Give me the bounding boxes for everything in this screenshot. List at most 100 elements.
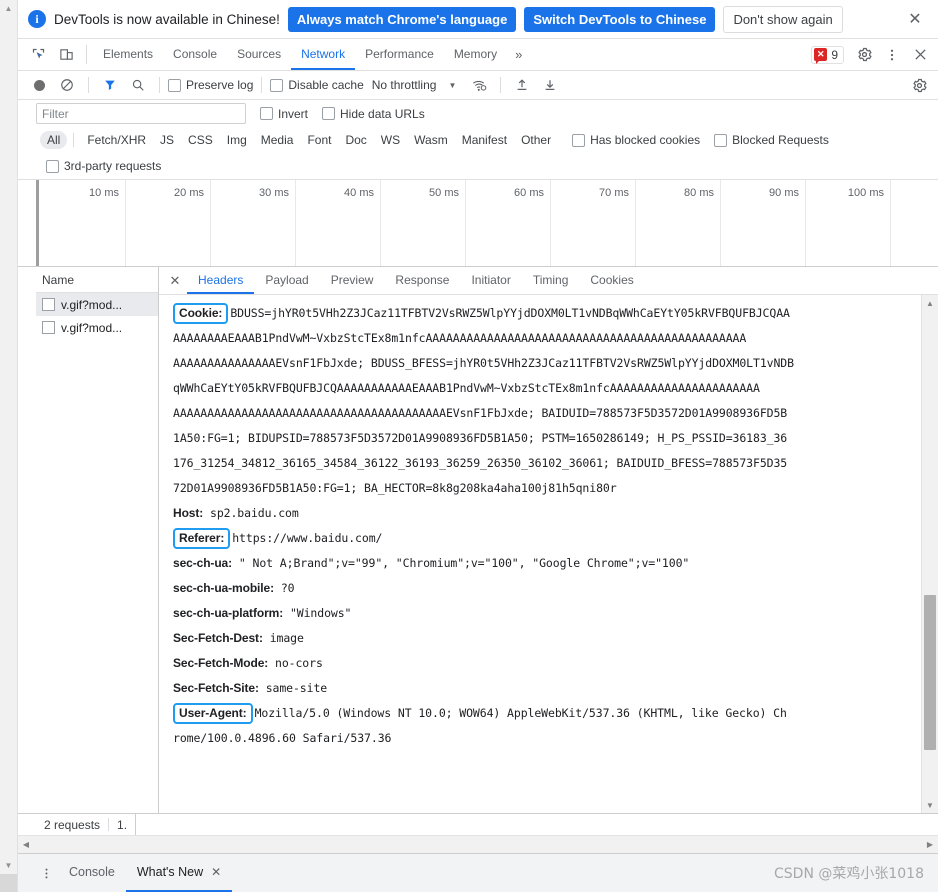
search-icon[interactable]: [125, 72, 151, 98]
filter-funnel-icon[interactable]: [97, 72, 123, 98]
close-tab-icon[interactable]: ✕: [211, 865, 221, 879]
switch-to-chinese-button[interactable]: Switch DevTools to Chinese: [524, 6, 716, 32]
detail-tab-payload[interactable]: Payload: [254, 267, 319, 294]
request-rows: v.gif?mod... v.gif?mod...: [36, 293, 158, 813]
record-button[interactable]: [26, 72, 52, 98]
network-settings-icon[interactable]: [906, 72, 932, 98]
page-scroll-up-arrow[interactable]: ▲: [0, 0, 17, 17]
scrollbar-corner: [0, 874, 17, 892]
type-filter-all[interactable]: All: [40, 131, 68, 149]
preserve-log-label: Preserve log: [186, 78, 254, 92]
has-blocked-cookies-checkbox[interactable]: Has blocked cookies: [572, 133, 700, 147]
error-count-badge[interactable]: ✕ 9: [811, 45, 844, 64]
kebab-menu-icon[interactable]: [878, 48, 906, 62]
disable-cache-label: Disable cache: [288, 78, 364, 92]
network-conditions-icon[interactable]: [466, 72, 492, 98]
scroll-left-arrow[interactable]: ◀: [18, 836, 34, 853]
checkbox-box: [572, 133, 586, 147]
third-party-requests-checkbox[interactable]: 3rd-party requests: [46, 159, 161, 173]
detail-tab-initiator[interactable]: Initiator: [460, 267, 521, 294]
detail-tab-timing[interactable]: Timing: [522, 267, 580, 294]
blocked-requests-checkbox[interactable]: Blocked Requests: [714, 133, 829, 147]
type-filter-font[interactable]: Font: [300, 131, 338, 149]
hide-data-urls-checkbox[interactable]: Hide data URLs: [322, 107, 425, 121]
import-har-icon[interactable]: [509, 72, 535, 98]
network-toolbar-right: [906, 72, 938, 98]
type-filter-fetch-xhr[interactable]: Fetch/XHR: [80, 131, 153, 149]
headers-vertical-scrollbar[interactable]: ▲ ▼: [921, 295, 938, 813]
inspect-element-icon[interactable]: [24, 39, 52, 70]
user-agent-value-line: Mozilla/5.0 (Windows NT 10.0; WOW64) App…: [254, 706, 787, 720]
close-devtools-icon[interactable]: [906, 47, 934, 62]
tab-performance[interactable]: Performance: [355, 39, 444, 70]
type-filter-wasm[interactable]: Wasm: [407, 131, 455, 149]
tab-network[interactable]: Network: [291, 39, 356, 70]
scroll-down-arrow[interactable]: ▼: [922, 797, 938, 813]
disable-cache-checkbox[interactable]: Disable cache: [270, 78, 364, 92]
banner-message: DevTools is now available in Chinese!: [54, 11, 280, 27]
throttling-select[interactable]: No throttling: [372, 78, 437, 92]
request-row[interactable]: v.gif?mod...: [36, 293, 158, 316]
detail-tab-headers[interactable]: Headers: [187, 267, 255, 294]
scroll-up-arrow[interactable]: ▲: [922, 295, 938, 311]
tab-label: Memory: [453, 46, 498, 61]
scrollbar-thumb[interactable]: [924, 595, 936, 750]
cookie-value-cont: qWWhCaEYtY05kRVFBQUFBJCQAAAAAAAAAAAEAAAB…: [173, 376, 911, 401]
preserve-log-checkbox[interactable]: Preserve log: [168, 78, 253, 92]
chevron-down-icon[interactable]: ▼: [448, 81, 456, 90]
dont-show-again-button[interactable]: Don't show again: [723, 5, 843, 33]
request-row[interactable]: v.gif?mod...: [36, 316, 158, 339]
page-scrollbar[interactable]: ▲ ▼: [0, 0, 18, 892]
headers-horizontal-scrollbar[interactable]: ◀ ▶: [18, 835, 938, 853]
invert-checkbox[interactable]: Invert: [260, 107, 308, 121]
type-filter-img[interactable]: Img: [220, 131, 254, 149]
type-filter-manifest[interactable]: Manifest: [455, 131, 514, 149]
tab-label: Console: [173, 46, 218, 61]
type-filter-doc[interactable]: Doc: [338, 131, 373, 149]
close-details-icon[interactable]: ✕: [163, 267, 187, 294]
filter-input[interactable]: [36, 103, 246, 124]
cookie-value-cont: 1A50:FG=1; BIDUPSID=788573F5D3572D01A990…: [173, 426, 911, 451]
detail-tab-preview[interactable]: Preview: [320, 267, 385, 294]
detail-tab-cookies[interactable]: Cookies: [579, 267, 644, 294]
type-filter-js[interactable]: JS: [153, 131, 181, 149]
timeline-tick-label: 40 ms: [344, 187, 374, 199]
device-toolbar-icon[interactable]: [52, 39, 80, 70]
network-timeline-overview[interactable]: 10 ms 20 ms 30 ms 40 ms 50 ms 60 ms 70 m…: [18, 180, 938, 267]
page-scroll-down-arrow[interactable]: ▼: [0, 857, 17, 874]
toolbar-divider: [159, 77, 160, 93]
detail-tab-response[interactable]: Response: [384, 267, 460, 294]
scroll-right-arrow[interactable]: ▶: [922, 836, 938, 853]
devtools-panel: i DevTools is now available in Chinese! …: [18, 0, 938, 892]
cookie-value-line: 72D01A9908936FD5B1A50:FG=1; BA_HECTOR=8k…: [173, 481, 617, 495]
sec-fetch-site-header-value: same-site: [265, 681, 328, 695]
type-filter-css[interactable]: CSS: [181, 131, 220, 149]
type-filter-ws[interactable]: WS: [374, 131, 407, 149]
clear-icon[interactable]: [54, 72, 80, 98]
gear-icon[interactable]: [850, 47, 878, 62]
export-har-icon[interactable]: [537, 72, 563, 98]
request-list-header-name[interactable]: Name: [36, 267, 158, 293]
drawer-tab-whats-new[interactable]: What's New ✕: [125, 854, 233, 892]
always-match-language-button[interactable]: Always match Chrome's language: [287, 6, 517, 32]
tab-label: Network: [301, 46, 346, 61]
checkbox-box: [322, 107, 336, 120]
tab-elements[interactable]: Elements: [93, 39, 163, 70]
toolbar-divider: [500, 77, 502, 93]
type-filter-media[interactable]: Media: [254, 131, 301, 149]
scrollbar-track[interactable]: [34, 836, 922, 853]
tab-label: Response: [395, 272, 450, 287]
type-filter-other[interactable]: Other: [514, 131, 558, 149]
tab-sources[interactable]: Sources: [227, 39, 291, 70]
tab-memory[interactable]: Memory: [444, 39, 507, 70]
headers-scroll-area[interactable]: Cookie: BDUSS=jhYR0t5VHh2Z3JCaz11TFBTV2Vs…: [159, 295, 921, 813]
drawer-tab-console[interactable]: Console: [58, 854, 126, 892]
timeline-tick-label: 20 ms: [174, 187, 204, 199]
tab-console[interactable]: Console: [163, 39, 227, 70]
more-tabs-icon[interactable]: »: [507, 39, 530, 70]
cookie-value-cont: 176_31254_34812_36165_34584_36122_36193_…: [173, 451, 911, 476]
drawer-menu-icon[interactable]: [34, 867, 58, 880]
banner-close-icon[interactable]: ✕: [904, 8, 926, 30]
cookie-value-cont: AAAAAAAAAAAAAAAEVsnF1FbJxde; BDUSS_BFESS…: [173, 351, 911, 376]
request-details-pane: ✕ Headers Payload Preview Response Initi…: [159, 267, 938, 813]
